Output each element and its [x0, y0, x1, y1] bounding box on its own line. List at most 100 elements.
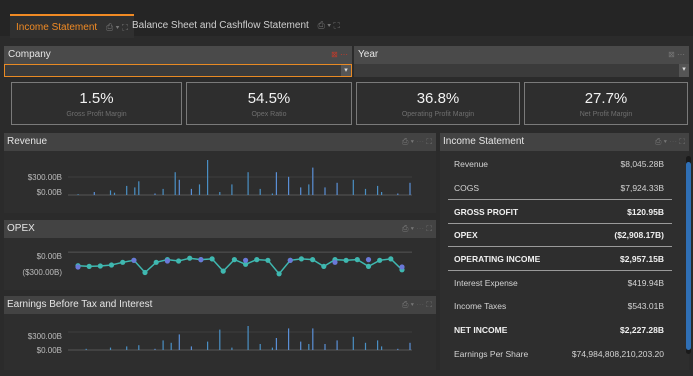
data-point	[265, 257, 271, 263]
data-point	[131, 257, 137, 263]
y-tick-label: $300.00B	[27, 332, 62, 341]
bar	[324, 187, 326, 195]
company-select[interactable]: ▾	[4, 64, 352, 77]
bar	[85, 348, 87, 350]
data-point	[388, 256, 394, 262]
kpi-label: Gross Profit Margin	[66, 111, 127, 118]
opex-title: OPEX	[7, 223, 35, 234]
kpi-label: Net Profit Margin	[579, 111, 633, 118]
row-divider	[448, 246, 672, 247]
row-value: $7,924.33B	[620, 183, 664, 193]
series-line	[77, 257, 403, 275]
bar	[381, 346, 383, 350]
row-value: $74,984,808,210,203.20	[571, 349, 664, 359]
row-label: Income Taxes	[454, 301, 507, 311]
row-label: COGS	[454, 183, 480, 193]
kpi-label: Opex Ratio	[251, 111, 287, 118]
bar	[397, 348, 399, 350]
clear-filter-icon[interactable]: ⊠ ⋯	[331, 46, 348, 64]
bar	[336, 182, 338, 195]
data-point	[75, 264, 81, 270]
data-point	[108, 262, 115, 268]
row-value: $2,227.28B	[620, 325, 664, 335]
bar	[300, 187, 302, 195]
bar	[138, 345, 140, 350]
bar	[174, 172, 176, 195]
row-divider	[448, 223, 672, 224]
year-select[interactable]: ▾	[354, 64, 689, 77]
data-point	[231, 257, 237, 263]
ebit-chart-panel: $300.00B $0.00B	[4, 314, 436, 370]
scrollbar-thumb[interactable]	[686, 162, 691, 350]
bar	[308, 184, 310, 195]
export-icon[interactable]: ⎙ ▾ ⋯ ⛶	[402, 220, 432, 238]
data-point	[176, 258, 182, 264]
revenue-title: Revenue	[7, 136, 48, 147]
bar	[207, 160, 209, 195]
chevron-down-icon[interactable]: ▾	[679, 64, 689, 77]
bar	[259, 188, 261, 195]
tab-income-statement[interactable]: Income Statement ⎙ ▾ ⛶	[10, 14, 134, 38]
bar	[207, 341, 209, 350]
scrollbar[interactable]	[686, 156, 691, 354]
data-point	[343, 257, 349, 263]
export-icon[interactable]: ⎙ ▾ ⛶	[106, 22, 128, 32]
kpi-value: 1.5%	[79, 90, 114, 107]
chevron-down-icon[interactable]: ▾	[341, 65, 351, 76]
bar	[352, 336, 354, 350]
income-statement-row: OPEX ($2,908.17B)	[444, 224, 672, 246]
tab-balance-sheet[interactable]: Balance Sheet and Cashflow Statement ⎙ ▾…	[126, 14, 340, 36]
row-label: Earnings Per Share	[454, 349, 529, 359]
bar	[190, 188, 192, 195]
bar	[409, 182, 411, 195]
data-point	[276, 271, 282, 277]
opex-panel-header: OPEX ⎙ ▾ ⋯ ⛶	[4, 220, 436, 238]
export-icon[interactable]: ⎙ ▾ ⋯ ⛶	[402, 133, 432, 151]
bar	[178, 334, 180, 350]
bar	[381, 192, 383, 195]
data-point	[142, 269, 148, 276]
income-statement-row: OPERATING INCOME $2,957.15B	[444, 248, 672, 270]
tab-bar: Income Statement ⎙ ▾ ⛶ Balance Sheet and…	[0, 0, 693, 38]
export-icon[interactable]: ⎙ ▾ ⋯ ⛶	[655, 133, 685, 151]
bar	[300, 341, 302, 350]
row-label: Interest Expense	[454, 278, 518, 288]
bar	[178, 179, 180, 195]
data-point	[120, 259, 126, 265]
row-value: $120.95B	[627, 207, 664, 217]
data-point	[86, 263, 92, 269]
data-point	[298, 256, 304, 262]
bar	[231, 184, 233, 195]
row-value: $8,045.28B	[620, 159, 664, 169]
y-tick-label: $0.00B	[36, 252, 62, 261]
kpi-opex-ratio: 54.5% Opex Ratio	[186, 82, 352, 125]
filter-icon[interactable]: ⊠ ⋯	[668, 46, 685, 64]
data-point	[332, 259, 338, 265]
ebit-panel-header: Earnings Before Tax and Interest ⎙ ▾ ⋯ ⛶	[4, 296, 436, 314]
row-value: $2,957.15B	[620, 254, 664, 264]
export-icon[interactable]: ⎙ ▾ ⛶	[318, 20, 340, 30]
bar	[275, 338, 277, 350]
kpi-net-profit-margin: 27.7% Net Profit Margin	[524, 82, 688, 125]
bar	[409, 342, 411, 350]
data-point	[198, 257, 204, 263]
tab-label: Income Statement	[16, 22, 98, 33]
income-statement-row: Interest Expense $419.94B	[444, 272, 672, 294]
bar	[109, 347, 112, 350]
bar	[271, 193, 273, 195]
bar	[219, 192, 221, 195]
data-point	[243, 257, 249, 263]
export-icon[interactable]: ⎙ ▾ ⋯ ⛶	[402, 296, 432, 314]
y-tick-label: $0.00B	[36, 188, 62, 197]
company-filter-label: Company	[8, 49, 51, 60]
bar	[154, 193, 156, 195]
row-label: GROSS PROFIT	[454, 207, 519, 217]
income-statement-row: Earnings Per Share $74,984,808,210,203.20	[444, 343, 672, 365]
row-value: $419.94B	[627, 278, 664, 288]
income-statement-table: Revenue $8,045.28B COGS $7,924.33B GROSS PRO…	[440, 151, 689, 370]
bar	[162, 340, 164, 350]
income-statement-row: NET INCOME $2,227.28B	[444, 319, 672, 341]
bar	[377, 340, 379, 350]
row-value: ($2,908.17B)	[614, 230, 664, 240]
bar	[138, 181, 140, 195]
